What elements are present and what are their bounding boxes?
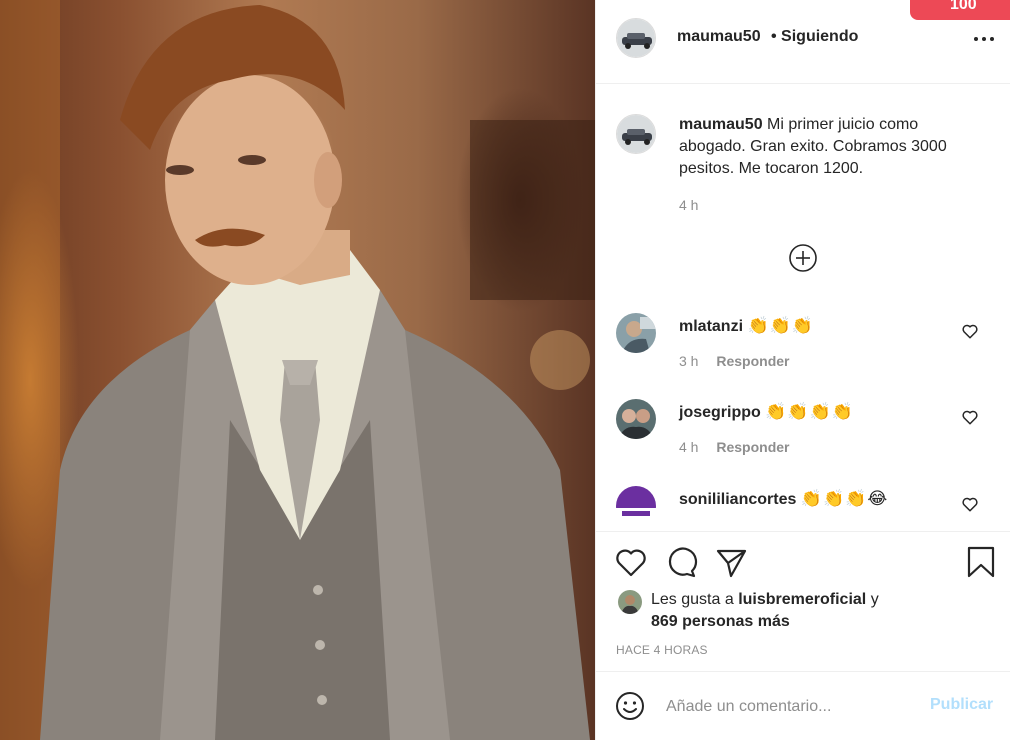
heart-icon[interactable] [961, 408, 979, 426]
heart-icon[interactable] [961, 495, 979, 513]
photo-illustration [0, 0, 595, 740]
commenter-username[interactable]: josegrippo [679, 404, 761, 421]
comment-text: mlatanzi 👏👏👏 [679, 316, 814, 336]
publish-button[interactable]: Publicar [930, 696, 993, 714]
likes-prefix: Les gusta a [651, 591, 734, 608]
likes-others[interactable]: 869 personas más [651, 613, 790, 631]
reply-button[interactable]: Responder [716, 439, 789, 455]
caption-username[interactable]: maumau50 [679, 116, 763, 133]
bookmark-icon[interactable] [964, 545, 998, 579]
liker-avatar[interactable] [618, 590, 642, 614]
post-detail-panel: 100 maumau50 • Siguiendo maumau50 Mi pri… [595, 0, 1010, 740]
author-avatar[interactable] [616, 18, 656, 58]
emoji-smile-icon[interactable] [614, 690, 646, 722]
comment-input[interactable] [666, 694, 916, 720]
post-photo[interactable] [0, 0, 595, 740]
comment-text: sonililiancortes 👏👏👏😂 [679, 489, 888, 509]
reply-button[interactable]: Responder [716, 353, 789, 369]
liker-username[interactable]: luisbremeroficial [738, 591, 866, 608]
likes-conjunction: y [870, 591, 879, 608]
heart-icon[interactable] [961, 322, 979, 340]
divider [596, 531, 1010, 532]
post-timestamp[interactable]: HACE 4 HORAS [616, 643, 708, 657]
comment-meta: 4 h Responder [679, 439, 789, 455]
comment-text: josegrippo 👏👏👏👏 [679, 402, 854, 422]
author-username[interactable]: maumau50 [677, 28, 761, 46]
caption-avatar[interactable] [616, 114, 656, 154]
comment-bubble-icon[interactable] [664, 545, 698, 579]
comment-body: 👏👏👏 [747, 316, 814, 335]
follow-status[interactable]: • Siguiendo [771, 28, 858, 46]
comment-time[interactable]: 3 h [679, 353, 698, 369]
comment-body: 👏👏👏😂 [800, 489, 889, 508]
plus-circle-icon[interactable] [788, 243, 818, 273]
divider [596, 671, 1010, 672]
heart-icon[interactable] [614, 545, 648, 579]
paper-plane-icon[interactable] [714, 545, 748, 579]
caption-text-block: maumau50 Mi primer juicio como abogado. … [679, 114, 989, 180]
post-header: maumau50 • Siguiendo [596, 0, 1010, 84]
comment-body: 👏👏👏👏 [765, 402, 854, 421]
comment-meta: 3 h Responder [679, 353, 789, 369]
commenter-username[interactable]: sonililiancortes [679, 491, 796, 508]
commenter-username[interactable]: mlatanzi [679, 318, 743, 335]
commenter-avatar[interactable] [616, 313, 656, 353]
commenter-avatar[interactable] [616, 399, 656, 439]
comment-time[interactable]: 4 h [679, 439, 698, 455]
likes-line: Les gusta a luisbremeroficial y [651, 591, 879, 609]
commenter-avatar[interactable] [616, 486, 656, 526]
caption-time[interactable]: 4 h [679, 197, 698, 213]
more-dots-icon[interactable] [972, 29, 996, 49]
